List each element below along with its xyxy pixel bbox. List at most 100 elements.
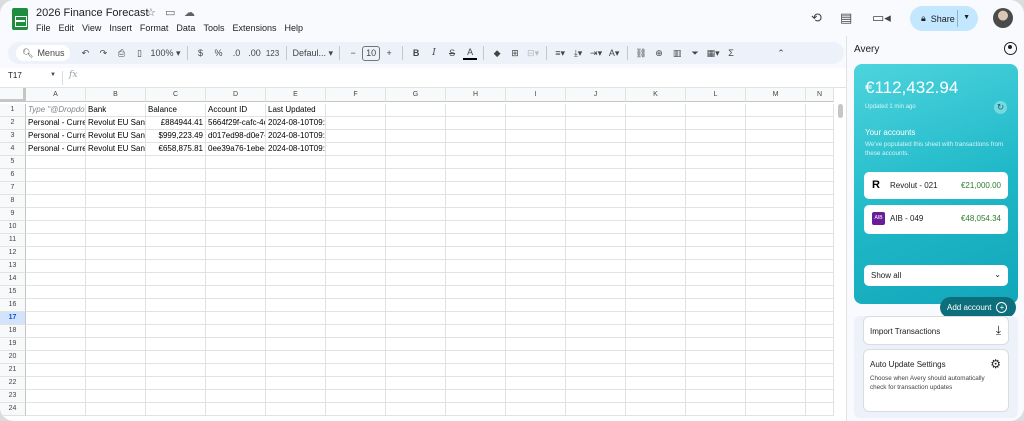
cell[interactable] (506, 351, 566, 364)
document-title[interactable]: 2026 Finance Forecast (36, 7, 149, 19)
cell[interactable] (326, 117, 386, 130)
cell[interactable]: Account ID (206, 104, 266, 117)
cell[interactable] (206, 377, 266, 390)
cell[interactable] (86, 169, 146, 182)
cell[interactable] (506, 234, 566, 247)
cell[interactable] (806, 117, 834, 130)
cell[interactable] (206, 364, 266, 377)
cell[interactable] (566, 273, 626, 286)
cell[interactable] (386, 351, 446, 364)
cell[interactable] (266, 273, 326, 286)
filter-views-icon[interactable]: ▦▾ (706, 45, 720, 61)
cell[interactable] (506, 169, 566, 182)
cell[interactable] (806, 273, 834, 286)
cell[interactable] (326, 234, 386, 247)
cell[interactable] (266, 325, 326, 338)
borders-icon[interactable]: ⊞ (508, 45, 522, 61)
percent-format-button[interactable]: % (212, 45, 226, 61)
cell[interactable] (506, 273, 566, 286)
cell[interactable] (806, 351, 834, 364)
cell[interactable] (326, 247, 386, 260)
cell[interactable] (146, 247, 206, 260)
cell[interactable] (686, 104, 746, 117)
cell[interactable] (566, 403, 626, 416)
cell[interactable] (686, 130, 746, 143)
cell[interactable] (326, 143, 386, 156)
row-header[interactable]: 5 (0, 156, 26, 169)
cell[interactable] (626, 234, 686, 247)
cell[interactable] (266, 286, 326, 299)
cell[interactable] (626, 104, 686, 117)
cell[interactable] (86, 403, 146, 416)
cell[interactable] (746, 364, 806, 377)
cell[interactable] (386, 221, 446, 234)
cell[interactable] (506, 364, 566, 377)
cell[interactable] (746, 104, 806, 117)
cell[interactable] (806, 247, 834, 260)
cell[interactable] (26, 247, 86, 260)
cell[interactable] (506, 117, 566, 130)
cell[interactable] (206, 247, 266, 260)
cell[interactable] (806, 195, 834, 208)
cell[interactable] (86, 286, 146, 299)
cell[interactable] (266, 364, 326, 377)
insert-chart-icon[interactable]: ▥ (670, 45, 684, 61)
cell[interactable] (86, 312, 146, 325)
cell[interactable] (326, 104, 386, 117)
cell[interactable] (206, 156, 266, 169)
cell[interactable] (206, 390, 266, 403)
cell[interactable] (446, 208, 506, 221)
cell[interactable] (746, 130, 806, 143)
column-header[interactable]: G (386, 88, 446, 102)
comments-icon[interactable]: ▤ (840, 10, 852, 26)
cell[interactable] (806, 156, 834, 169)
row-header[interactable]: 10 (0, 221, 26, 234)
cell[interactable]: 2024-08-10T09:43:10.200Z (266, 130, 326, 143)
cell[interactable] (86, 208, 146, 221)
cell[interactable]: 2024-08-10T09:43:10.200Z (266, 117, 326, 130)
cell[interactable] (386, 143, 446, 156)
column-header[interactable]: E (266, 88, 326, 102)
spreadsheet-grid[interactable]: ABCDEFGHIJKLMN 1 2 3 4 5 6 7 8 9 10 11 12 13 14 15 16 17… (0, 88, 846, 421)
show-all-dropdown[interactable]: Show all ⌄ (864, 265, 1008, 286)
cell[interactable] (626, 273, 686, 286)
cell[interactable] (86, 338, 146, 351)
cell[interactable] (566, 208, 626, 221)
auto-update-settings-card[interactable]: Auto Update Settings ⚙ Choose when Avery… (863, 349, 1009, 412)
menu-help[interactable]: Help (284, 23, 303, 33)
cell[interactable] (566, 325, 626, 338)
cell[interactable] (506, 247, 566, 260)
cell[interactable] (86, 156, 146, 169)
cell[interactable] (686, 325, 746, 338)
cell[interactable] (626, 195, 686, 208)
column-header[interactable]: H (446, 88, 506, 102)
print-icon[interactable]: ⎙ (114, 45, 128, 61)
cell[interactable] (746, 351, 806, 364)
cell[interactable] (326, 351, 386, 364)
add-account-button[interactable]: Add account + (940, 297, 1016, 318)
cell[interactable] (266, 169, 326, 182)
cell[interactable] (146, 390, 206, 403)
cell[interactable] (806, 234, 834, 247)
select-all-corner[interactable] (0, 88, 26, 102)
cell[interactable]: Type "@Dropdown" (26, 104, 86, 117)
cell[interactable] (26, 299, 86, 312)
row-header[interactable]: 7 (0, 182, 26, 195)
cell[interactable] (26, 221, 86, 234)
cell[interactable] (326, 390, 386, 403)
cell[interactable] (326, 403, 386, 416)
row-header[interactable]: 19 (0, 338, 26, 351)
cell[interactable] (686, 364, 746, 377)
cell[interactable] (746, 260, 806, 273)
row-header[interactable]: 15 (0, 286, 26, 299)
cell[interactable] (446, 338, 506, 351)
cell[interactable] (806, 390, 834, 403)
cell[interactable] (146, 325, 206, 338)
cell[interactable] (326, 221, 386, 234)
cell[interactable] (806, 299, 834, 312)
functions-icon[interactable]: Σ (724, 45, 738, 61)
cell[interactable] (266, 377, 326, 390)
undo-icon[interactable]: ↶ (78, 45, 92, 61)
cell[interactable] (506, 221, 566, 234)
decrease-decimal-button[interactable]: .0 (230, 45, 244, 61)
